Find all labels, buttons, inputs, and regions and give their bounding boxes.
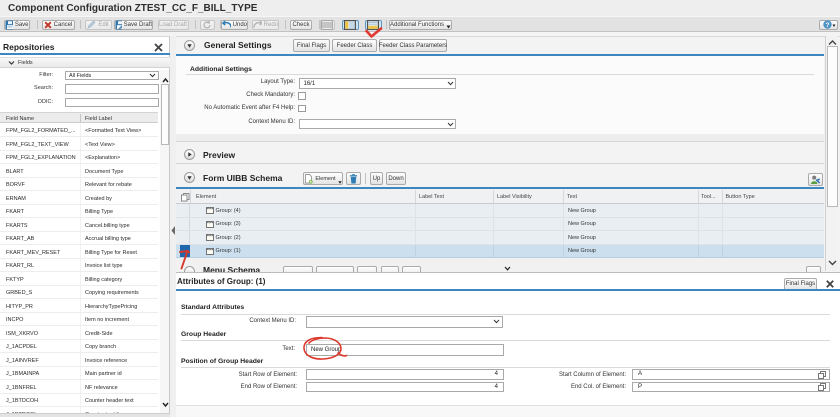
- svg-text:?: ?: [826, 22, 830, 29]
